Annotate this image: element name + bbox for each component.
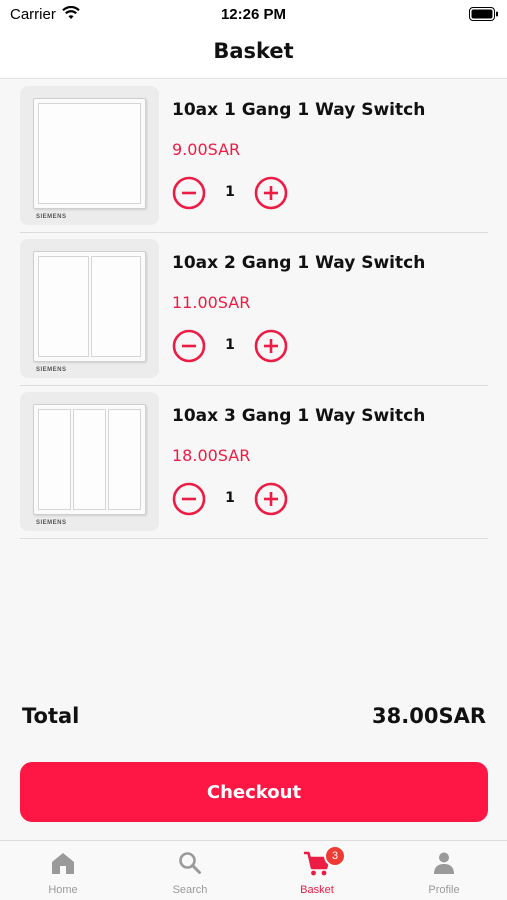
increase-quantity-button[interactable] (254, 482, 288, 516)
quantity-stepper: 1 (172, 482, 292, 516)
page-title: Basket (213, 39, 294, 63)
search-icon (179, 852, 201, 874)
product-price: 9.00SAR (172, 140, 241, 159)
basket-item: SIEMENS 10ax 3 Gang 1 Way Switch 18.00SA… (20, 386, 488, 539)
switch-rocker (38, 256, 89, 357)
decrease-quantity-button[interactable] (172, 482, 206, 516)
switch-rocker (38, 409, 71, 510)
increase-quantity-button[interactable] (254, 329, 288, 363)
tab-home[interactable]: Home (0, 841, 126, 900)
switch-plate: SIEMENS (33, 251, 146, 373)
tab-label: Profile (428, 884, 460, 896)
switch-3-gang-image[interactable]: SIEMENS (20, 392, 159, 531)
home-icon (52, 853, 74, 874)
product-name[interactable]: 10ax 1 Gang 1 Way Switch (172, 100, 425, 120)
switch-plate: SIEMENS (33, 404, 146, 526)
tab-label: Search (172, 884, 208, 896)
battery-icon (469, 7, 498, 21)
switch-2-gang-image[interactable]: SIEMENS (20, 239, 159, 378)
brand-logo: SIEMENS (36, 367, 67, 373)
basket-item: SIEMENS 10ax 1 Gang 1 Way Switch 9.00SAR… (20, 80, 488, 233)
quantity-value: 1 (225, 184, 235, 200)
quantity-stepper: 1 (172, 329, 292, 363)
nav-header: Basket (0, 30, 507, 79)
product-name[interactable]: 10ax 2 Gang 1 Way Switch (172, 253, 425, 273)
profile-icon (434, 852, 454, 874)
checkout-button[interactable]: Checkout (20, 762, 488, 822)
quantity-stepper: 1 (172, 176, 292, 210)
tab-label: Basket (300, 884, 334, 896)
cart-badge: 3 (324, 845, 346, 867)
decrease-quantity-button[interactable] (172, 176, 206, 210)
tab-label: Home (48, 884, 78, 896)
tab-basket[interactable]: 3 Basket (254, 841, 380, 900)
switch-rocker (38, 103, 141, 204)
product-price: 18.00SAR (172, 446, 251, 465)
product-name[interactable]: 10ax 3 Gang 1 Way Switch (172, 406, 425, 426)
tab-bar: Home Search 3 Basket Profile (0, 840, 507, 900)
switch-rocker (90, 256, 141, 357)
total-value: 38.00SAR (372, 704, 486, 728)
tab-profile[interactable]: Profile (381, 841, 507, 900)
switch-rocker (73, 409, 106, 510)
basket-item-list: SIEMENS 10ax 1 Gang 1 Way Switch 9.00SAR… (20, 80, 488, 539)
brand-logo: SIEMENS (36, 520, 67, 526)
status-time: 12:26 PM (220, 6, 287, 23)
basket-item: SIEMENS 10ax 2 Gang 1 Way Switch 11.00SA… (20, 233, 488, 386)
tab-search[interactable]: Search (127, 841, 253, 900)
quantity-value: 1 (225, 490, 235, 506)
status-bar: Carrier 12:26 PM (0, 0, 507, 30)
product-price: 11.00SAR (172, 293, 251, 312)
decrease-quantity-button[interactable] (172, 329, 206, 363)
total-row: Total 38.00SAR (20, 704, 488, 736)
increase-quantity-button[interactable] (254, 176, 288, 210)
quantity-value: 1 (225, 337, 235, 353)
switch-rocker (108, 409, 141, 510)
switch-1-gang-image[interactable]: SIEMENS (20, 86, 159, 225)
switch-plate: SIEMENS (33, 98, 146, 220)
brand-logo: SIEMENS (36, 214, 67, 220)
total-label: Total (22, 704, 80, 728)
